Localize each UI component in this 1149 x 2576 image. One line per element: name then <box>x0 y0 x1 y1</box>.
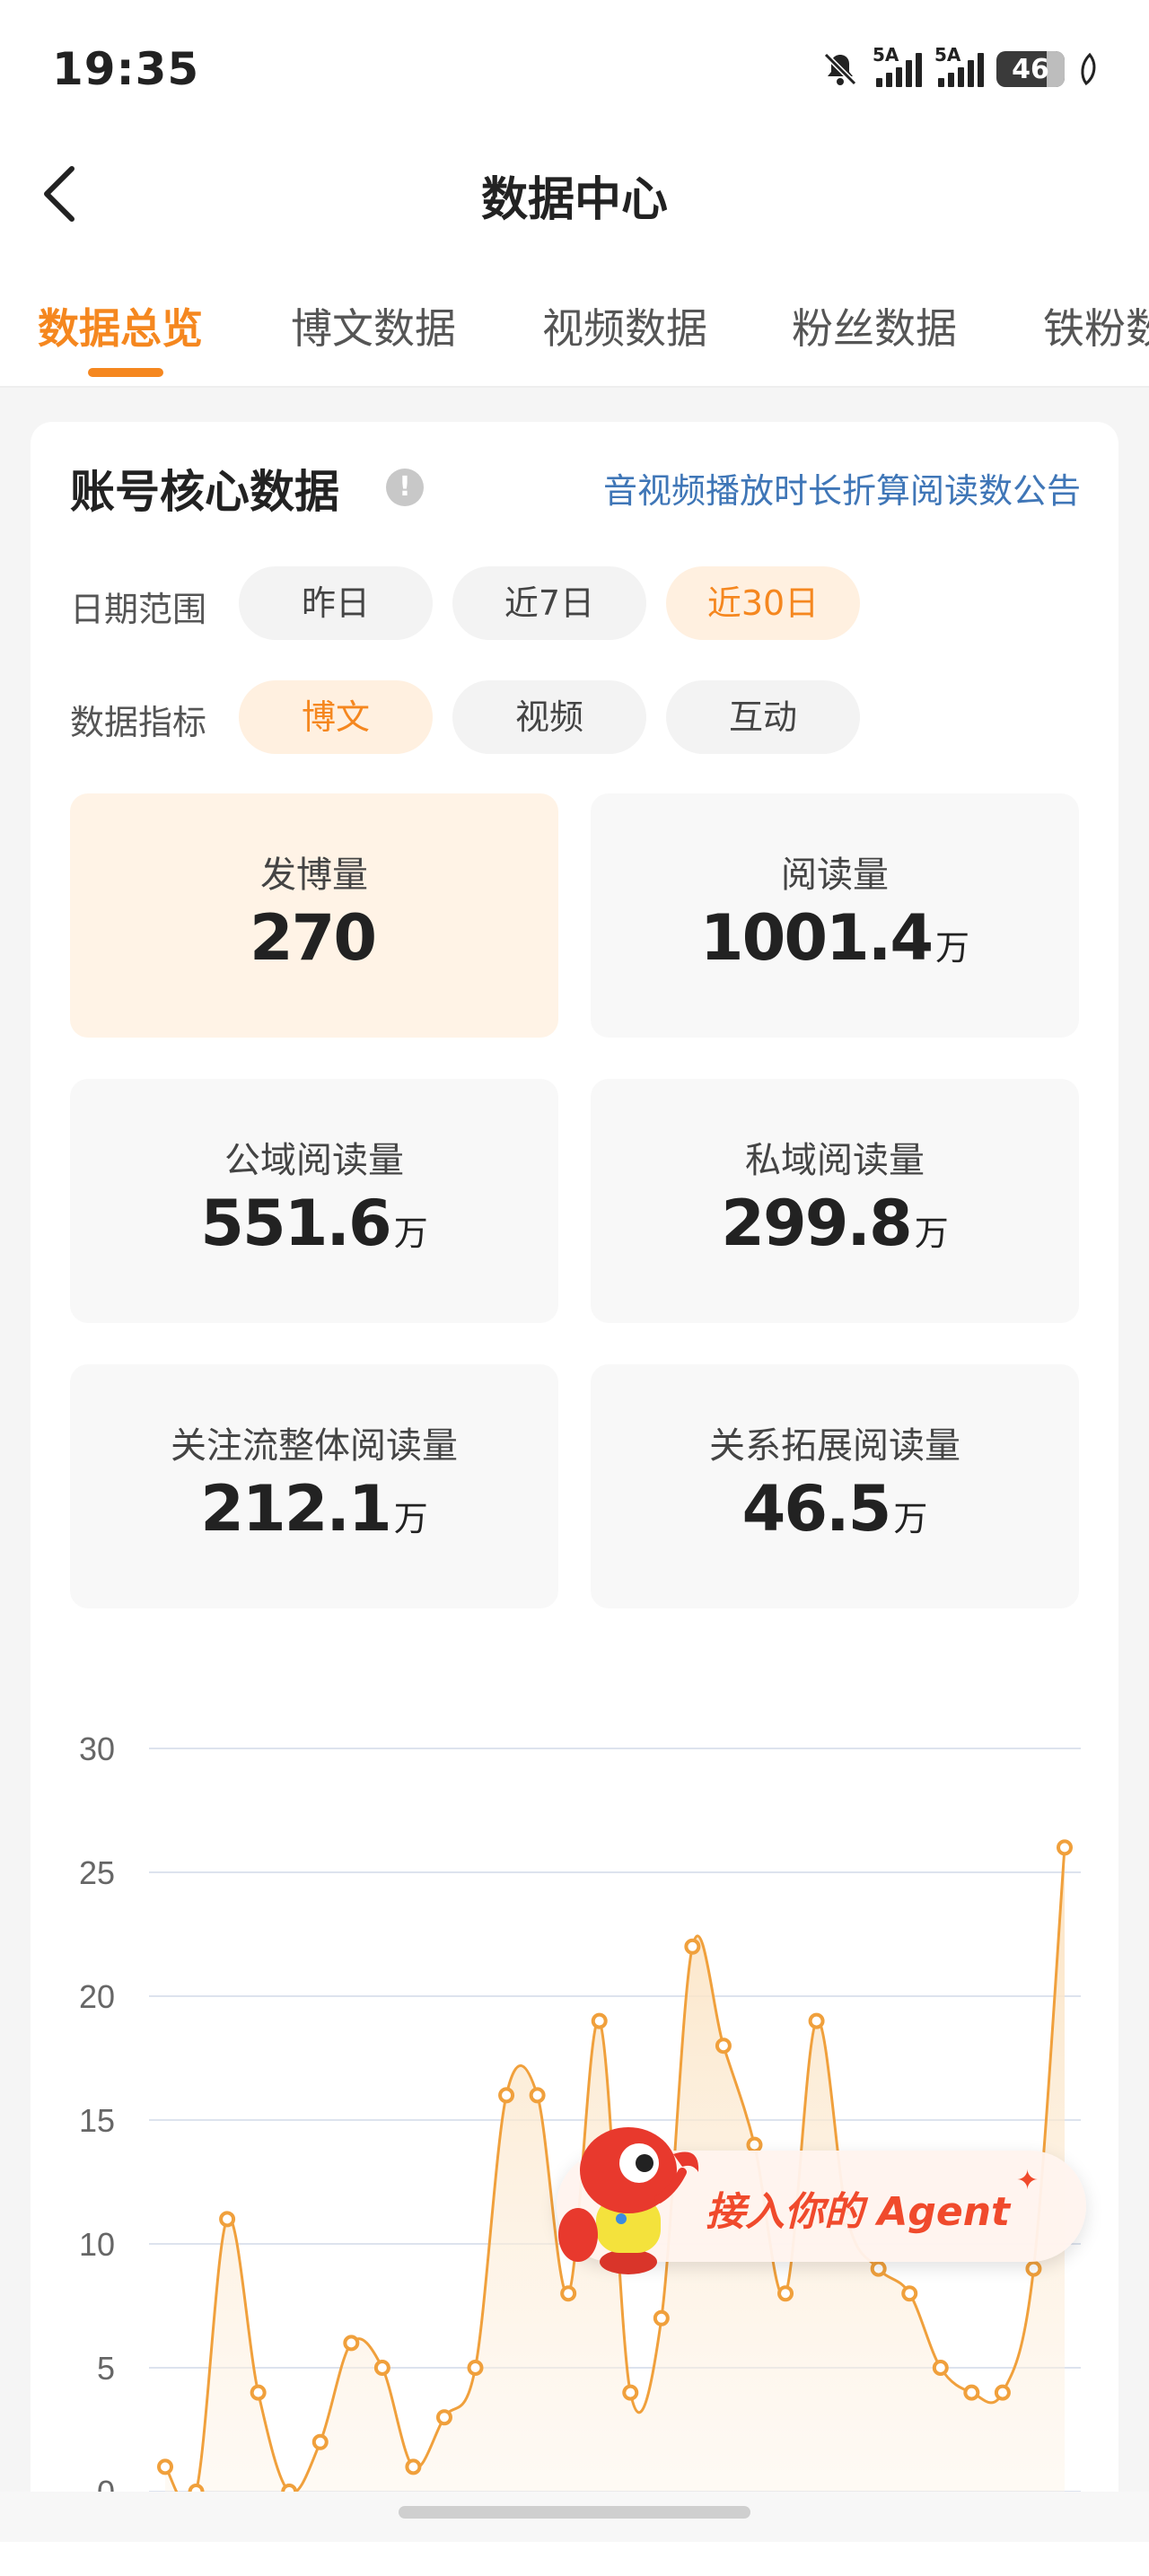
tab-fans-data[interactable]: 粉丝数据 <box>792 296 957 355</box>
data-point[interactable] <box>746 2136 763 2153</box>
metric-value: 212.1 万 <box>200 1472 428 1546</box>
metric-type-label: 数据指标 <box>70 703 207 742</box>
data-point[interactable] <box>373 2360 390 2376</box>
y-tick-label: 25 <box>79 1854 115 1891</box>
posts-trend-chart: 051015202530 <box>79 1730 1081 2495</box>
data-point[interactable] <box>622 2384 639 2401</box>
metric-card-public-reads[interactable]: 公域阅读量 551.6 万 <box>70 1079 558 1323</box>
leaf-icon <box>1081 52 1096 86</box>
notice-link[interactable]: 音视频播放时长折算阅读数公告 <box>603 463 1081 513</box>
status-bar: 19:35 5A 5A 46 <box>0 0 1149 135</box>
mute-bell-icon <box>823 52 857 86</box>
signal-icon-1: 5A <box>873 44 922 87</box>
signal-icon-2: 5A <box>934 44 984 87</box>
crayfish-mascot-icon[interactable] <box>557 2118 709 2280</box>
data-point[interactable] <box>870 2260 887 2277</box>
data-point[interactable] <box>901 2285 918 2302</box>
tab-active-indicator <box>88 368 163 377</box>
metric-label: 发博量 <box>260 854 368 896</box>
signal-label-2: 5A <box>934 44 961 66</box>
data-point[interactable] <box>777 2285 794 2302</box>
card-title: 账号核心数据 <box>70 466 339 518</box>
metric-chip-video[interactable]: 视频 <box>452 680 646 754</box>
data-point[interactable] <box>591 2012 608 2029</box>
metric-value: 46.5 万 <box>741 1472 928 1546</box>
data-point[interactable] <box>808 2012 825 2029</box>
sparkle-icon: ✦ <box>1016 2165 1039 2196</box>
data-point[interactable] <box>1025 2260 1042 2277</box>
tab-post-data[interactable]: 博文数据 <box>291 296 456 355</box>
data-point[interactable] <box>311 2433 329 2450</box>
agent-bubble-text: 接入你的 Agent <box>706 2189 1011 2235</box>
tab-bar: 数据总览 博文数据 视频数据 粉丝数据 铁粉数据 <box>0 287 1149 388</box>
data-point[interactable] <box>1057 1839 1073 1856</box>
metric-chip-posts[interactable]: 博文 <box>239 680 433 754</box>
data-point[interactable] <box>467 2360 484 2376</box>
metric-card-follow-feed-reads[interactable]: 关注流整体阅读量 212.1 万 <box>70 1364 558 1608</box>
data-point[interactable] <box>994 2384 1011 2401</box>
status-icons: 5A 5A 46 <box>820 44 1099 92</box>
data-point[interactable] <box>963 2384 980 2401</box>
metric-card-relation-reads[interactable]: 关系拓展阅读量 46.5 万 <box>591 1364 1079 1608</box>
status-time: 19:35 <box>52 43 200 95</box>
data-point[interactable] <box>405 2458 422 2475</box>
metric-chip-interaction[interactable]: 互动 <box>666 680 860 754</box>
metric-label: 关注流整体阅读量 <box>171 1425 458 1467</box>
page-title: 数据中心 <box>480 173 668 227</box>
signal-label-1: 5A <box>873 44 899 66</box>
data-point[interactable] <box>343 2335 360 2352</box>
metric-label: 阅读量 <box>781 854 889 896</box>
battery-icon: 46 <box>996 51 1065 87</box>
data-point[interactable] <box>715 2037 732 2055</box>
data-point[interactable] <box>932 2360 949 2376</box>
info-icon[interactable]: ! <box>386 469 424 506</box>
metric-label: 关系拓展阅读量 <box>709 1425 960 1467</box>
date-chip-7d[interactable]: 近7日 <box>452 566 646 640</box>
home-indicator[interactable] <box>399 2506 750 2519</box>
data-point[interactable] <box>498 2087 515 2104</box>
tab-overview[interactable]: 数据总览 <box>38 296 203 355</box>
metric-card-private-reads[interactable]: 私域阅读量 299.8 万 <box>591 1079 1079 1323</box>
metric-card-posts[interactable]: 发博量 270 <box>70 793 558 1038</box>
battery-level: 46 <box>1012 53 1049 85</box>
data-point[interactable] <box>435 2409 452 2426</box>
data-point[interactable] <box>157 2458 173 2475</box>
tab-iron-fans-data[interactable]: 铁粉数据 <box>1043 296 1149 355</box>
y-tick-label: 20 <box>79 1978 115 2015</box>
y-tick-label: 30 <box>79 1730 115 1767</box>
metric-value: 270 <box>249 901 377 975</box>
chart-y-ticks: 051015202530 <box>79 1730 115 2495</box>
data-point[interactable] <box>250 2384 267 2401</box>
y-tick-label: 5 <box>97 2350 115 2387</box>
data-point[interactable] <box>653 2309 670 2326</box>
data-point[interactable] <box>560 2285 577 2302</box>
metric-card-reads[interactable]: 阅读量 1001.4 万 <box>591 793 1079 1038</box>
data-point[interactable] <box>684 1938 701 1955</box>
tab-video-data[interactable]: 视频数据 <box>542 296 707 355</box>
metric-value: 551.6 万 <box>200 1187 428 1260</box>
data-point[interactable] <box>219 2211 236 2228</box>
y-tick-label: 15 <box>79 2102 115 2139</box>
metric-label: 私域阅读量 <box>745 1140 925 1181</box>
nav-header: 数据中心 <box>0 135 1149 251</box>
date-range-label: 日期范围 <box>70 590 207 629</box>
metric-value: 1001.4 万 <box>699 901 970 975</box>
date-chip-30d[interactable]: 近30日 <box>666 566 860 640</box>
metric-label: 公域阅读量 <box>224 1140 404 1181</box>
y-tick-label: 10 <box>79 2226 115 2263</box>
date-chip-yesterday[interactable]: 昨日 <box>239 566 433 640</box>
metric-value: 299.8 万 <box>721 1187 949 1260</box>
data-point[interactable] <box>529 2087 546 2104</box>
